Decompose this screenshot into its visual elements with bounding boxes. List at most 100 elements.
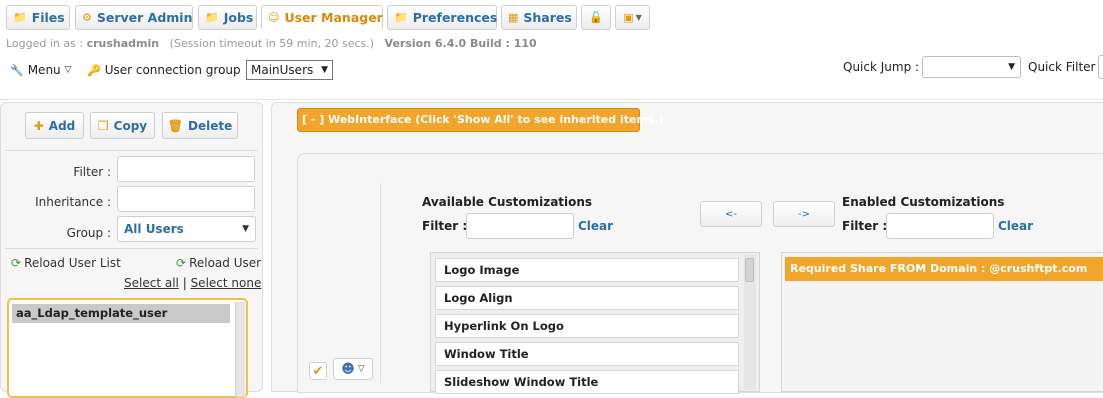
- user-list[interactable]: aa_Ldap_template_user: [7, 298, 248, 398]
- folder-icon: 📁: [205, 11, 219, 24]
- selection-links: Select all | Select none: [124, 276, 261, 290]
- chevron-down-icon: ▽: [357, 364, 365, 374]
- list-item[interactable]: Window Title: [435, 342, 739, 366]
- reload-user-list-button[interactable]: ⟳ Reload User List: [11, 256, 121, 270]
- move-right-button[interactable]: ->: [773, 201, 835, 227]
- enabled-customizations-title: Enabled Customizations: [842, 195, 1005, 209]
- list-item[interactable]: Slideshow Window Title: [435, 370, 739, 394]
- user-icon: ☻: [341, 361, 355, 377]
- connection-group: 🔑 User connection group :: [87, 63, 249, 77]
- list-item[interactable]: Hyperlink On Logo: [435, 314, 739, 338]
- checkmark-button[interactable]: ✔: [309, 362, 327, 380]
- available-customizations-title: Available Customizations: [422, 195, 593, 209]
- enabled-filter-label: Filter :: [842, 219, 888, 233]
- tab-label: Shares: [523, 10, 572, 25]
- session-info: Logged in as : crushadmin (Session timeo…: [6, 37, 537, 50]
- tab-files[interactable]: 📁 Files: [6, 5, 70, 30]
- gear-icon: ⚙: [82, 11, 92, 24]
- plus-icon: ✚: [33, 118, 44, 133]
- trash-icon: 🗑: [167, 118, 183, 133]
- reload-user-label: Reload User: [189, 256, 262, 270]
- copy-icon: ❐: [97, 118, 109, 133]
- available-clear-link[interactable]: Clear: [578, 219, 613, 233]
- refresh-icon: ⟳: [176, 256, 187, 270]
- reload-user-button[interactable]: ⟳ Reload User: [176, 256, 261, 270]
- tab-jobs[interactable]: 📁 Jobs: [198, 5, 257, 30]
- scrollbar[interactable]: [744, 255, 756, 390]
- quick-jump-label: Quick Jump :: [843, 60, 920, 74]
- filter-label: Filter :: [73, 165, 111, 179]
- tab-label: Jobs: [223, 10, 254, 25]
- connection-group-value: MainUsers: [251, 63, 314, 77]
- tab-shares[interactable]: ▦ Shares: [501, 5, 577, 30]
- inheritance-input[interactable]: [117, 186, 255, 212]
- menu-button[interactable]: 🔧 Menu ▽: [10, 63, 72, 77]
- divider: [380, 183, 381, 383]
- user-dropdown-button[interactable]: ☻ ▽: [333, 358, 373, 380]
- enabled-filter-input[interactable]: [886, 213, 994, 239]
- add-label: Add: [48, 118, 76, 133]
- tab-preferences[interactable]: 📁 Preferences: [387, 5, 497, 30]
- checkmark-icon: ✔: [312, 363, 324, 379]
- user-list-panel: ✚ Add ❐ Copy 🗑 Delete Filter : Inheritan…: [0, 102, 263, 398]
- tab-label: Files: [31, 10, 65, 25]
- reload-list-label: Reload User List: [24, 256, 121, 270]
- folder-icon: 📁: [13, 11, 27, 24]
- list-item[interactable]: Logo Align: [435, 286, 739, 310]
- connection-group-label: User connection group :: [104, 63, 249, 77]
- chevron-down-icon: ▼: [242, 224, 249, 234]
- refresh-icon: ⟳: [11, 256, 22, 270]
- available-customizations-list[interactable]: Logo Image Logo Align Hyperlink On Logo …: [430, 252, 760, 394]
- enabled-clear-link[interactable]: Clear: [998, 219, 1033, 233]
- copy-user-button[interactable]: ❐ Copy: [90, 112, 155, 139]
- add-user-button[interactable]: ✚ Add: [25, 112, 84, 139]
- separator: |: [182, 276, 187, 290]
- quick-filter-input[interactable]: [1098, 55, 1103, 79]
- webinterface-section-header[interactable]: [ - ] WebInterface (Click 'Show All' to …: [297, 108, 664, 132]
- user-filter-input[interactable]: [117, 156, 255, 182]
- logged-in-label: Logged in as :: [6, 37, 84, 50]
- delete-label: Delete: [188, 118, 233, 133]
- bars-icon: ▦: [508, 11, 519, 24]
- group-label: Group :: [66, 226, 111, 240]
- tab-lock[interactable]: 🔓: [581, 5, 611, 30]
- version-label: Version 6.4.0 Build : 110: [384, 37, 537, 50]
- menu-label: Menu: [27, 63, 61, 77]
- copy-label: Copy: [113, 118, 148, 133]
- header-divider: [0, 99, 1103, 100]
- available-filter-input[interactable]: [466, 213, 574, 239]
- group-value: All Users: [124, 222, 184, 236]
- quick-jump-select[interactable]: ▼: [922, 56, 1021, 78]
- user-icon: ☺: [268, 11, 280, 24]
- enabled-customizations-list[interactable]: Required Share FROM Domain : @crushftpt.…: [781, 252, 1103, 392]
- delete-user-button[interactable]: 🗑 Delete: [162, 112, 238, 139]
- quick-filter-label: Quick Filter: [1028, 60, 1096, 74]
- chevron-down-icon: ▼: [1008, 62, 1015, 72]
- logged-in-user: crushadmin: [86, 37, 160, 50]
- tab-user-manager[interactable]: ☺ User Manager: [261, 5, 383, 30]
- tab-label: Preferences: [412, 10, 498, 25]
- tab-label: Server Admin: [96, 10, 193, 25]
- select-none-link[interactable]: Select none: [191, 276, 262, 290]
- tab-image-dropdown[interactable]: ▣ ▼: [615, 5, 650, 30]
- move-left-button[interactable]: <-: [700, 201, 762, 227]
- list-item[interactable]: Logo Image: [435, 258, 739, 282]
- scrollbar-thumb[interactable]: [745, 258, 754, 282]
- chevron-down-icon: ▼: [321, 65, 328, 75]
- connection-group-select[interactable]: MainUsers ▼: [246, 60, 333, 80]
- list-item[interactable]: Required Share FROM Domain : @crushftpt.…: [785, 257, 1103, 281]
- list-item[interactable]: aa_Ldap_template_user: [12, 304, 230, 323]
- session-timeout: (Session timeout in 59 min, 20 secs.): [169, 37, 375, 50]
- scrollbar[interactable]: [235, 302, 245, 397]
- group-select[interactable]: All Users ▼: [117, 216, 256, 242]
- image-icon: ▣: [623, 11, 634, 24]
- folder-icon: 📁: [394, 11, 408, 24]
- key-icon: 🔑: [87, 63, 101, 77]
- chevron-down-icon: ▽: [64, 65, 72, 75]
- select-all-link[interactable]: Select all: [124, 276, 179, 290]
- wrench-icon: 🔧: [10, 63, 24, 77]
- tab-label: User Manager: [284, 10, 383, 25]
- tab-server-admin[interactable]: ⚙ Server Admin: [75, 5, 193, 30]
- divider: [5, 150, 258, 151]
- lock-icon: 🔓: [589, 11, 603, 24]
